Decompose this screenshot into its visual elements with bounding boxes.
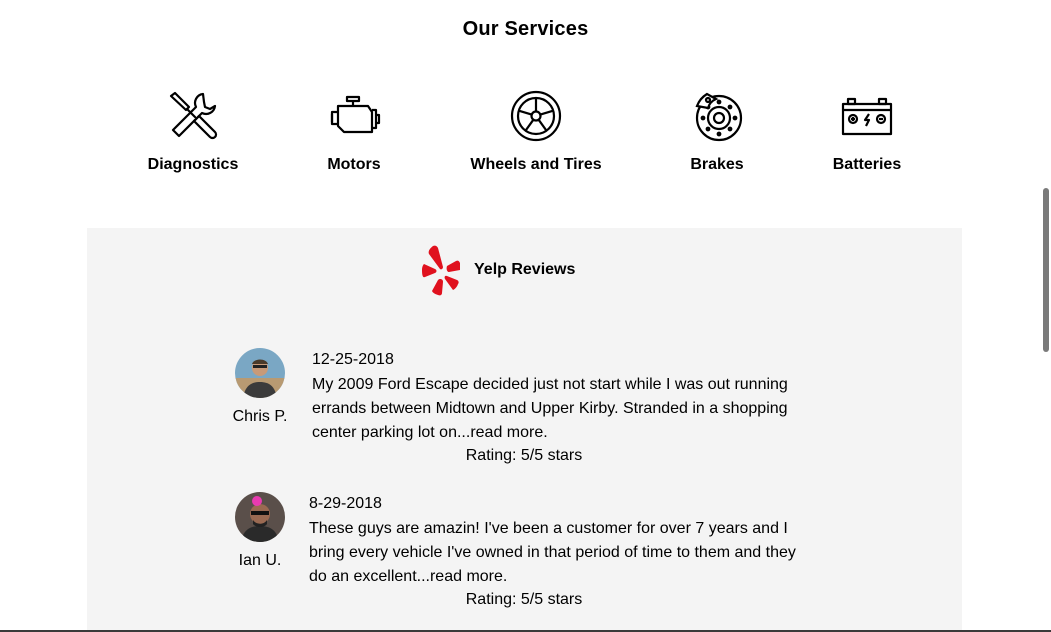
service-label: Batteries — [832, 156, 902, 173]
reviewer-name: Chris P. — [232, 408, 288, 425]
review-text: My 2009 Ford Escape decided just not sta… — [312, 376, 788, 441]
service-motors[interactable]: Motors — [264, 88, 444, 174]
yelp-reviews-title: Yelp Reviews — [474, 261, 576, 278]
review-rating: Rating: 5/5 stars — [465, 447, 583, 464]
service-label: Wheels and Tires — [470, 156, 602, 173]
review-text: These guys are amazin! I've been a custo… — [309, 520, 796, 585]
wheel-icon — [510, 90, 562, 142]
wrench-screwdriver-icon — [169, 91, 218, 140]
service-wheels-and-tires[interactable]: Wheels and Tires — [446, 88, 626, 174]
avatar — [235, 348, 285, 398]
service-batteries[interactable]: Batteries — [777, 88, 957, 174]
yelp-reviews-section: Yelp Reviews Chris P. 12-25-2018 My 2009… — [87, 228, 962, 632]
review-date: 8-29-2018 — [309, 495, 382, 512]
avatar — [235, 492, 285, 542]
review-rating: Rating: 5/5 stars — [465, 591, 583, 608]
service-label: Diagnostics — [147, 156, 239, 173]
brake-disc-icon — [695, 92, 743, 142]
engine-icon — [330, 95, 381, 134]
page-scrollbar[interactable] — [1043, 188, 1049, 352]
battery-icon — [841, 97, 893, 136]
services-title: Our Services — [462, 18, 589, 40]
review-date: 12-25-2018 — [312, 351, 394, 368]
service-diagnostics[interactable]: Diagnostics — [103, 88, 283, 174]
yelp-header: Yelp Reviews — [420, 244, 575, 296]
reviewer-name: Ian U. — [238, 552, 282, 569]
yelp-logo-icon — [422, 245, 460, 296]
service-label: Motors — [327, 156, 381, 173]
